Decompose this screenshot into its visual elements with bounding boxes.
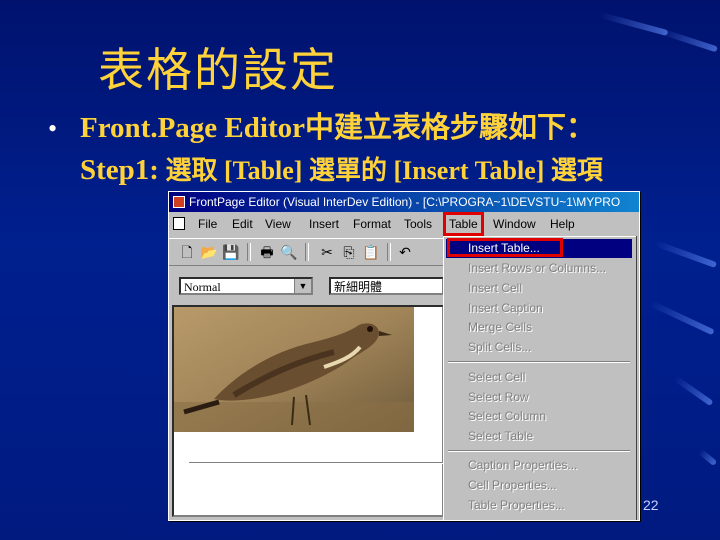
style-select-value: Normal (184, 280, 221, 294)
step-line: Step1: 選取 [Table] 選單的 [Insert Table] 選項 (80, 150, 603, 187)
font-select-value: 新細明體 (334, 280, 383, 294)
frontpage-app-icon (173, 196, 185, 208)
decorative-streak (698, 448, 718, 467)
menu-item-select-table[interactable]: Select Table (446, 427, 632, 446)
menu-item-split-cells[interactable]: Split Cells... (446, 338, 632, 357)
slide-title: 表格的設定 (98, 43, 338, 97)
save-icon[interactable]: 💾 (221, 242, 241, 262)
horizontal-rule (189, 462, 444, 464)
menu-item-insert-caption[interactable]: Insert Caption (446, 299, 632, 318)
editor-area[interactable] (172, 305, 444, 517)
menu-item-select-cell[interactable]: Select Cell (446, 368, 632, 387)
menu-item-insert-cell[interactable]: Insert Cell (446, 279, 632, 298)
decorative-streak (673, 375, 714, 407)
page-number: 22 (643, 497, 659, 513)
open-icon[interactable]: 📂 (199, 242, 219, 262)
highlight-box (447, 238, 563, 257)
menu-separator (448, 361, 630, 363)
menu-edit[interactable]: Edit (229, 214, 256, 234)
window-title: FrontPage Editor (Visual InterDev Editio… (189, 195, 621, 209)
menu-bar: File Edit View Insert Format Tools Table… (169, 212, 639, 236)
step-label: Step1: (80, 154, 159, 186)
bird-photo (174, 307, 414, 432)
new-icon[interactable]: 🗋 (177, 242, 197, 262)
cut-icon[interactable]: ✂ (317, 242, 337, 262)
paste-icon[interactable]: 📋 (361, 242, 381, 262)
menu-item-select-column[interactable]: Select Column (446, 407, 632, 426)
menu-item-select-row[interactable]: Select Row (446, 388, 632, 407)
format-toolbar: Normal ▼ 新細明體 (169, 274, 444, 298)
bullet-icon: • (48, 114, 58, 143)
decorative-streak (648, 300, 715, 336)
toolbar-separator (305, 243, 309, 261)
standard-toolbar: 🗋 📂 💾 🖶 🔍 ✂ ⎘ 📋 ↶ (169, 238, 444, 266)
toolbar-separator (387, 243, 391, 261)
menu-item-table-properties[interactable]: Table Properties... (446, 496, 632, 515)
bullet-text: Front.Page Editor中建立表格步驟如下： (80, 112, 595, 144)
menu-item-insert-rows-columns[interactable]: Insert Rows or Columns... (446, 259, 632, 278)
step-text: 選取 [Table] 選單的 [Insert Table] 選項 (158, 156, 603, 185)
toolbar-separator (247, 243, 251, 261)
menu-item-caption-properties[interactable]: Caption Properties... (446, 456, 632, 475)
menu-view[interactable]: View (262, 214, 294, 234)
decorative-streak (599, 12, 669, 37)
menu-file[interactable]: File (195, 214, 220, 234)
menu-tools[interactable]: Tools (401, 214, 435, 234)
table-menu-dropdown: Insert Table... Insert Rows or Columns..… (443, 236, 636, 520)
document-icon[interactable] (173, 217, 185, 230)
window-titlebar[interactable]: FrontPage Editor (Visual InterDev Editio… (169, 192, 639, 212)
menu-item-cell-properties[interactable]: Cell Properties... (446, 476, 632, 495)
frontpage-editor-window: FrontPage Editor (Visual InterDev Editio… (168, 191, 640, 521)
decorative-streak (653, 240, 718, 269)
print-preview-icon[interactable]: 🔍 (279, 242, 299, 262)
menu-window[interactable]: Window (490, 214, 539, 234)
copy-icon[interactable]: ⎘ (339, 242, 359, 262)
menu-insert[interactable]: Insert (306, 214, 342, 234)
undo-icon[interactable]: ↶ (395, 242, 415, 262)
chevron-down-icon[interactable]: ▼ (294, 279, 311, 293)
menu-help[interactable]: Help (547, 214, 578, 234)
menu-format[interactable]: Format (350, 214, 394, 234)
menu-table[interactable]: Table (443, 212, 484, 236)
font-select[interactable]: 新細明體 (329, 277, 444, 295)
menu-item-merge-cells[interactable]: Merge Cells (446, 318, 632, 337)
menu-separator (448, 450, 630, 452)
bullet-line: • Front.Page Editor中建立表格步驟如下： (48, 104, 595, 146)
paragraph-style-select[interactable]: Normal ▼ (179, 277, 313, 295)
print-icon[interactable]: 🖶 (257, 242, 277, 262)
